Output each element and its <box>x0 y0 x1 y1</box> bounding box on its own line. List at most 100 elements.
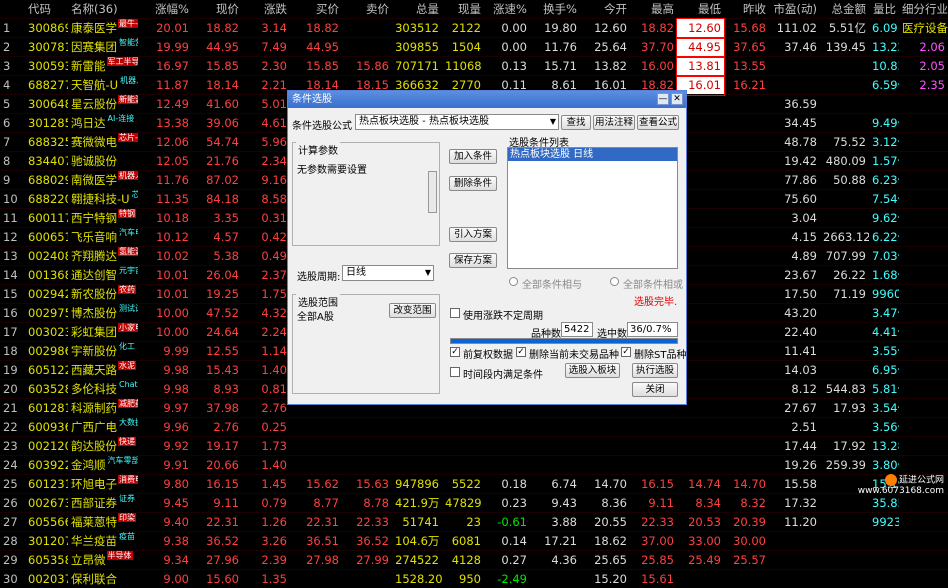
table-header[interactable]: 代码名称(36)涨幅%现价涨跌买价卖价总量现量涨速%换手%今开最高最低昨收市盈(… <box>0 0 948 19</box>
column-header[interactable]: 涨跌 <box>242 0 290 19</box>
column-header[interactable]: 涨速% <box>484 0 530 19</box>
column-header[interactable]: 买价 <box>290 0 342 19</box>
change-range-button[interactable]: 改变范围 <box>389 303 436 318</box>
cell-value: 1.40 <box>242 456 290 475</box>
table-row[interactable]: 1300869康泰医学最牛-家-获20.0118.823.1418.823035… <box>0 19 948 38</box>
stock-name[interactable]: 彩虹集团小家电 <box>68 323 138 342</box>
stock-name[interactable]: 西藏天路水泥 <box>68 361 138 380</box>
column-header[interactable]: 总金额 <box>820 0 869 19</box>
cell-value: 8.78 <box>342 494 392 513</box>
params-scrollbar[interactable] <box>428 171 437 213</box>
stock-name[interactable]: 博杰股份测试设备 <box>68 304 138 323</box>
stock-name[interactable]: 环旭电子消费电子 <box>68 475 138 494</box>
stock-name[interactable]: 星云股份新能源电 <box>68 95 138 114</box>
column-header[interactable]: 最低 <box>677 0 724 19</box>
stock-name[interactable]: 科源制药减肥药 <box>68 399 138 418</box>
stock-name[interactable]: 飞乐音响汽车电子 <box>68 228 138 247</box>
column-header[interactable]: 昨收 <box>724 0 769 19</box>
radio-or[interactable] <box>610 277 619 286</box>
cell-value: 25.85 <box>630 551 677 570</box>
column-header[interactable]: 卖价 <box>342 0 392 19</box>
column-header[interactable]: 现价 <box>192 0 242 19</box>
stock-name[interactable]: 齐翔腾达氢能源 <box>68 247 138 266</box>
column-header[interactable]: 涨幅% <box>138 0 192 19</box>
stock-name[interactable]: 驰诚股份 <box>68 152 138 171</box>
help-button[interactable]: 用法注释 <box>593 115 635 130</box>
table-row[interactable]: 27605566福莱蒽特印染9.4022.311.2622.3122.33517… <box>0 513 948 532</box>
cell-value: 12.05 <box>138 152 192 171</box>
delete-condition-button[interactable]: 删除条件 <box>449 176 497 191</box>
column-header[interactable]: 换手% <box>530 0 580 19</box>
close-button[interactable]: 关闭 <box>632 382 678 397</box>
stock-name[interactable]: 因赛集团智能营销 <box>68 38 138 57</box>
untraded-checkbox[interactable]: ✓ <box>516 347 526 357</box>
cell-value <box>724 114 769 133</box>
stock-name[interactable]: 天智航-U机器人 <box>68 76 138 95</box>
table-row[interactable]: 30002037保利联合9.0015.601.351528.20950-2.49… <box>0 570 948 588</box>
column-header[interactable]: 最高 <box>630 0 677 19</box>
table-row[interactable]: 26002673西部证券证券9.459.110.798.778.78421.9万… <box>0 494 948 513</box>
find-button[interactable]: 查找 <box>561 115 591 130</box>
table-row[interactable]: 29605358立昂微半导体9.3427.962.3927.9827.99274… <box>0 551 948 570</box>
column-header[interactable]: 量比 <box>869 0 899 19</box>
table-row[interactable]: 22600936广西广电大数据9.962.760.252.513.56亿广播电视 <box>0 418 948 437</box>
fq-checkbox[interactable]: ✓ <box>450 347 460 357</box>
formula-select[interactable]: 热点板块选股 - 热点板块选股 ▼ <box>355 114 559 130</box>
stock-name[interactable]: 通达创智元宇宙 <box>68 266 138 285</box>
stock-name[interactable]: 新农股份农药 <box>68 285 138 304</box>
stock-name[interactable]: 赛微微电芯片-电源 <box>68 133 138 152</box>
cell-value: 36.52 <box>192 532 242 551</box>
use-period-checkbox[interactable] <box>450 308 460 318</box>
stock-screener-dialog[interactable]: 条件选股 — ✕ 条件选股公式 热点板块选股 - 热点板块选股 ▼ 查找 用法注… <box>287 90 687 405</box>
stock-name[interactable]: 韵达股份快递 <box>68 437 138 456</box>
radio-and[interactable] <box>509 277 518 286</box>
view-formula-button[interactable]: 查看公式 <box>637 115 679 130</box>
minimize-icon[interactable]: — <box>657 93 669 105</box>
cell-value: 44.95 <box>290 38 342 57</box>
stock-name[interactable]: 立昂微半导体 <box>68 551 138 570</box>
table-row[interactable]: 23002120韵达股份快递9.9219.171.7317.4417.9213.… <box>0 437 948 456</box>
table-row[interactable]: 28301207华兰疫苗疫苗9.3836.523.2636.5136.52104… <box>0 532 948 551</box>
stock-name[interactable]: 鸿日达AI-连接 <box>68 114 138 133</box>
stock-name[interactable]: 金鸿顺汽车零部件 <box>68 456 138 475</box>
table-row[interactable]: 24603922金鸿顺汽车零部件9.9120.661.4019.26259.39… <box>0 456 948 475</box>
stock-name[interactable]: 宇新股份化工 <box>68 342 138 361</box>
cell-value: 36.51 <box>290 532 342 551</box>
dialog-title-bar[interactable]: 条件选股 — ✕ <box>288 91 686 108</box>
column-header[interactable]: 现量 <box>442 0 484 19</box>
stock-name[interactable]: 新雷能军工半导 <box>68 57 138 76</box>
import-scheme-button[interactable]: 引入方案 <box>449 227 497 242</box>
time-range-checkbox[interactable] <box>450 367 460 377</box>
stock-name[interactable]: 保利联合 <box>68 570 138 588</box>
column-header[interactable]: 名称(36) <box>68 0 138 19</box>
add-condition-button[interactable]: 加入条件 <box>449 149 497 164</box>
to-block-button[interactable]: 选股入板块 <box>565 363 620 378</box>
stock-name[interactable]: 西宁特钢特钢 <box>68 209 138 228</box>
condition-list-item[interactable]: 热点板块选股 日线 <box>508 148 677 161</box>
run-button[interactable]: 执行选股 <box>632 363 678 378</box>
stock-name[interactable]: 广西广电大数据 <box>68 418 138 437</box>
period-select[interactable]: 日线 ▼ <box>342 265 434 281</box>
cell-value: 9.34 <box>138 551 192 570</box>
column-header[interactable]: 代码 <box>25 0 68 19</box>
cell-value: 6.23亿 <box>869 171 899 190</box>
condition-list[interactable]: 热点板块选股 日线 <box>507 147 678 269</box>
stock-name[interactable]: 华兰疫苗疫苗 <box>68 532 138 551</box>
cell-value: 3.55亿 <box>869 342 899 361</box>
column-header[interactable]: 市盈(动) <box>769 0 820 19</box>
column-header[interactable]: 细分行业 <box>899 0 948 19</box>
table-row[interactable]: 25601231环旭电子消费电子9.8016.151.4515.6215.639… <box>0 475 948 494</box>
table-row[interactable]: 3300593新雷能军工半导16.9715.852.3015.8515.8670… <box>0 57 948 76</box>
st-checkbox[interactable]: ✓ <box>621 347 631 357</box>
column-header[interactable]: 总量 <box>392 0 442 19</box>
close-icon[interactable]: ✕ <box>671 93 683 105</box>
save-scheme-button[interactable]: 保存方案 <box>449 253 497 268</box>
stock-name[interactable]: 西部证券证券 <box>68 494 138 513</box>
stock-name[interactable]: 南微医学机器人 <box>68 171 138 190</box>
stock-name[interactable]: 福莱蒽特印染 <box>68 513 138 532</box>
stock-name[interactable]: 翱捷科技-U芯片 <box>68 190 138 209</box>
table-row[interactable]: 2300781因赛集团智能营销19.9944.957.4944.95309855… <box>0 38 948 57</box>
column-header[interactable]: 今开 <box>580 0 630 19</box>
stock-name[interactable]: 康泰医学最牛-家-获 <box>68 19 138 38</box>
stock-name[interactable]: 多伦科技ChatGPT <box>68 380 138 399</box>
